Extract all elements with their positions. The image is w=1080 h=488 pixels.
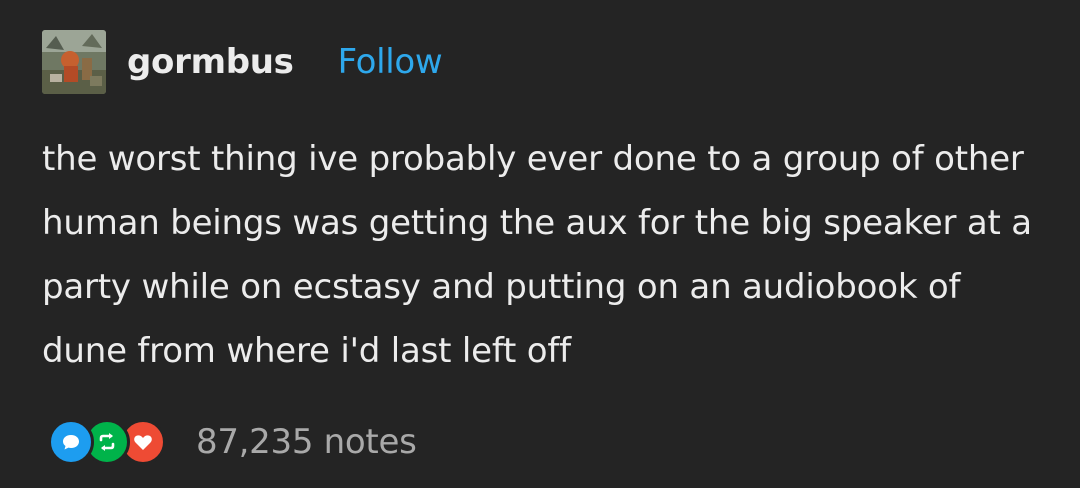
tumblr-post: gormbus Follow the worst thing ive proba… [0, 0, 1080, 488]
user-avatar[interactable] [42, 30, 106, 94]
notes-count[interactable]: 87,235 notes [196, 422, 417, 462]
post-footer: 87,235 notes [48, 418, 417, 466]
post-body-text: the worst thing ive probably ever done t… [42, 139, 1032, 371]
username[interactable]: gormbus [127, 42, 294, 82]
note-icons[interactable] [48, 419, 166, 465]
post-header: gormbus Follow [42, 30, 443, 94]
follow-button[interactable]: Follow [338, 42, 443, 82]
reply-icon [48, 419, 94, 465]
